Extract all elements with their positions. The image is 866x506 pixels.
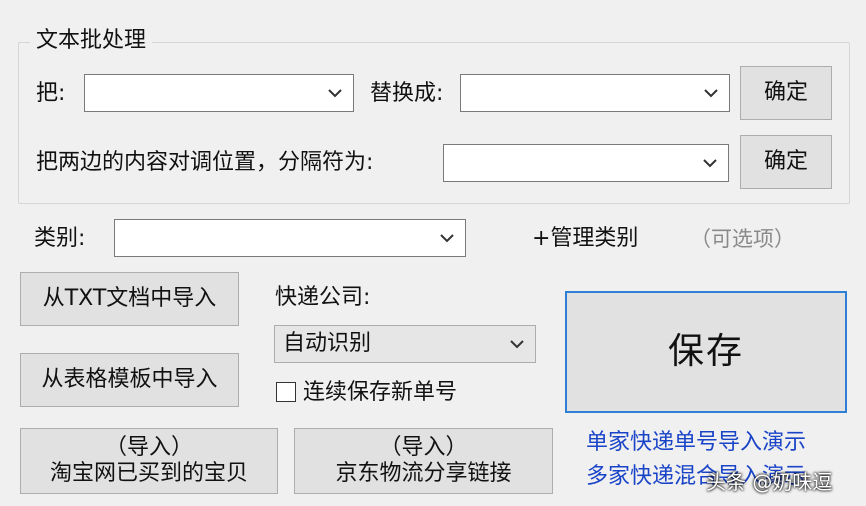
swap-label: 把两边的内容对调位置，分隔符为: [36, 150, 374, 175]
manage-category-link[interactable]: +管理类别 [532, 224, 638, 254]
optional-hint: （可选项） [690, 227, 795, 251]
import-jd-line2: 京东物流分享链接 [335, 461, 512, 486]
import-jd-line1: （导入） [379, 435, 468, 460]
import-txt-button[interactable]: 从TXT文档中导入 [20, 272, 239, 326]
swap-confirm-label: 确定 [763, 149, 808, 174]
from-label: 把: [36, 81, 66, 106]
import-template-label: 从表格模板中导入 [41, 367, 218, 392]
save-label: 保存 [667, 331, 744, 372]
import-taobao-line1: （导入） [104, 435, 193, 460]
continuous-save-label: 连续保存新单号 [303, 380, 458, 405]
chevron-down-icon [703, 159, 717, 168]
chevron-down-icon [510, 340, 524, 349]
courier-label: 快递公司: [275, 285, 371, 310]
category-combobox[interactable] [114, 219, 466, 257]
group-title: 文本批处理 [30, 26, 153, 56]
replace-confirm-button[interactable]: 确定 [740, 66, 832, 120]
swap-confirm-button[interactable]: 确定 [740, 135, 832, 189]
to-combobox[interactable] [460, 74, 730, 112]
import-jd-button[interactable]: （导入） 京东物流分享链接 [294, 428, 553, 494]
single-courier-demo-link[interactable]: 单家快递单号导入演示 [586, 428, 806, 458]
import-taobao-button[interactable]: （导入） 淘宝网已买到的宝贝 [20, 428, 278, 494]
from-combobox[interactable] [84, 74, 354, 112]
to-label: 替换成: [370, 81, 444, 106]
import-template-button[interactable]: 从表格模板中导入 [20, 353, 239, 407]
replace-confirm-label: 确定 [763, 80, 808, 105]
continuous-save-checkbox[interactable] [276, 382, 296, 402]
chevron-down-icon [440, 234, 454, 243]
chevron-down-icon [328, 89, 342, 98]
batch-import-window: 文本批处理 把: 替换成: 确定 把两边的内容对调位置，分隔符为: 确定 类别:… [0, 0, 866, 506]
chevron-down-icon [704, 89, 718, 98]
import-taobao-line2: 淘宝网已买到的宝贝 [49, 461, 248, 486]
courier-select[interactable]: 自动识别 [274, 325, 536, 363]
category-label: 类别: [34, 226, 86, 251]
courier-selected-value: 自动识别 [283, 331, 372, 356]
save-button[interactable]: 保存 [565, 291, 847, 413]
import-txt-label: 从TXT文档中导入 [42, 286, 217, 311]
watermark: 头条 @奶味逗 [706, 470, 833, 494]
separator-combobox[interactable] [443, 144, 729, 182]
